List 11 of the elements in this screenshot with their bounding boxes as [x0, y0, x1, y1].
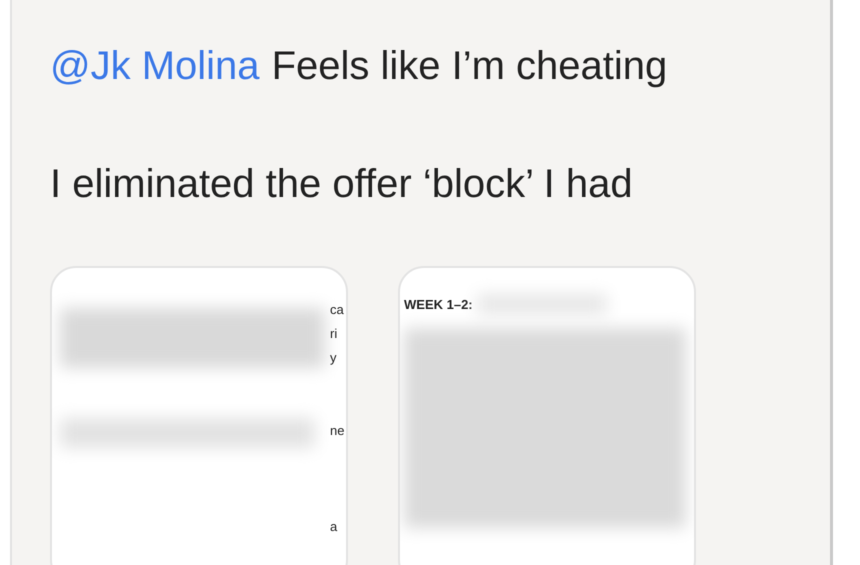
text-fragment: y [330, 350, 338, 366]
text-fragment: ne [330, 423, 344, 439]
image-attachment[interactable]: ca ri y ne a [50, 266, 348, 565]
message-text: Feels like I’m cheating [272, 44, 668, 88]
message-text: I eliminated the offer ‘block’ I had [50, 161, 634, 208]
text-fragment: ca [330, 302, 344, 318]
image-attachment[interactable]: WEEK 1–2: [398, 266, 696, 565]
text-fragment: a [330, 519, 338, 535]
mention-link[interactable]: @Jk Molina [50, 44, 260, 88]
heading-text: WEEK 1–2: [404, 296, 473, 312]
text-fragment: ri [330, 326, 338, 342]
